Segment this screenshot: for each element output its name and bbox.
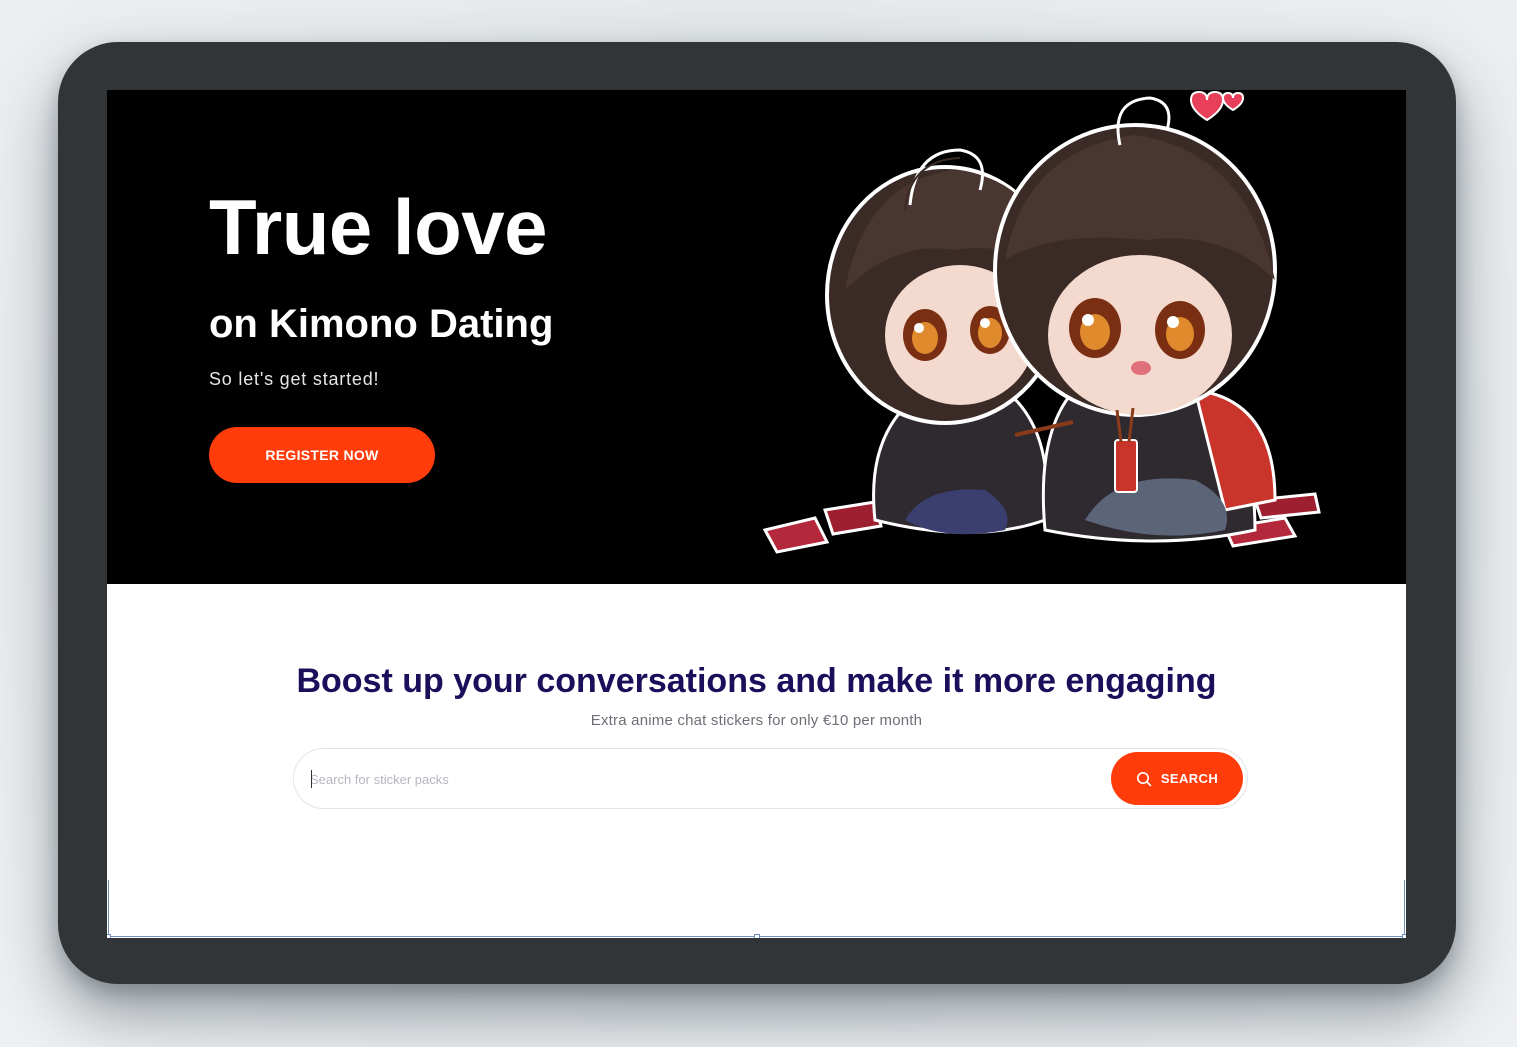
text-caret [311,770,312,788]
hero-section: True love on Kimono Dating So let's get … [107,90,1406,584]
hero-title: True love [209,183,547,271]
anime-couple-illustration [762,90,1321,554]
register-now-button[interactable]: REGISTER NOW [209,427,435,483]
sticker-search-input[interactable] [310,761,1090,797]
resize-handle-bottom[interactable] [754,934,760,938]
hearts-icon [1189,90,1245,122]
stickers-subtitle: Extra anime chat stickers for only €10 p… [590,712,923,729]
search-button-label: SEARCH [1160,771,1219,786]
screen: True love on Kimono Dating So let's get … [107,90,1406,938]
sticker-search-bar: SEARCH [293,748,1248,809]
selection-frame[interactable] [107,880,1406,938]
hero-subtitle: on Kimono Dating [209,302,554,346]
resize-handle-left[interactable] [107,934,111,938]
resize-handle-right[interactable] [1402,934,1406,938]
search-button[interactable]: SEARCH [1111,752,1243,805]
stickers-title: Boost up your conversations and make it … [296,662,1217,700]
hero-tagline: So let's get started! [209,369,380,389]
search-icon [1136,771,1152,786]
